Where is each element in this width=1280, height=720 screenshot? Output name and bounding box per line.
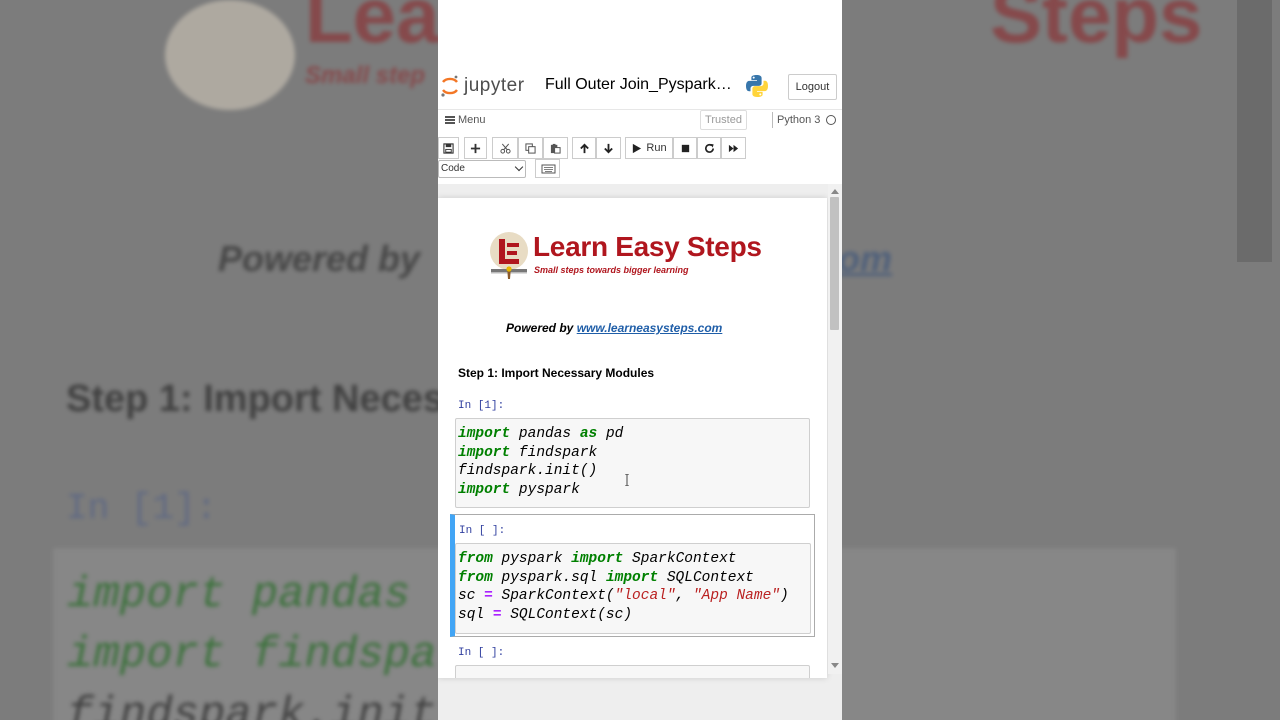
notebook-title[interactable]: Full Outer Join_Pyspark… bbox=[545, 76, 732, 94]
cell-prompt: In [1]: bbox=[458, 400, 505, 412]
cell-type-value: Code bbox=[441, 163, 465, 174]
cell-prompt: In [ ]: bbox=[458, 647, 505, 659]
background-code-line: import pandas bbox=[67, 570, 411, 620]
brand-name: Learn Easy Steps bbox=[533, 231, 762, 262]
refresh-icon bbox=[704, 143, 714, 153]
save-button[interactable] bbox=[438, 137, 459, 159]
code-line: import findspark bbox=[458, 444, 598, 461]
code-line: import pyspark bbox=[458, 481, 580, 498]
paste-button[interactable] bbox=[543, 137, 568, 159]
scroll-thumb[interactable] bbox=[830, 197, 839, 330]
menubar: Menu Trusted Python 3 bbox=[438, 109, 842, 131]
notebook-toolbar-secondary: Code bbox=[438, 159, 842, 181]
arrow-up-icon bbox=[579, 143, 589, 153]
cut-button[interactable] bbox=[492, 137, 518, 159]
powered-by-label: Powered by bbox=[506, 321, 574, 335]
keyboard-icon bbox=[541, 164, 556, 174]
notebook-container[interactable]: Learn Easy Steps Small steps towards big… bbox=[438, 184, 842, 720]
notebook-page: Learn Easy Steps Small steps towards big… bbox=[438, 198, 827, 678]
code-cell[interactable]: import pandas as pd import findspark fin… bbox=[455, 418, 810, 508]
interrupt-button[interactable] bbox=[673, 137, 697, 159]
background-tagline: Small step bbox=[305, 62, 426, 89]
background-logo-text-right: Steps bbox=[990, 0, 1203, 59]
code-cell[interactable]: from pyspark import SparkContext from py… bbox=[455, 543, 811, 634]
background-powered-by: Powered by bbox=[218, 238, 421, 279]
website-link[interactable]: www.learneasysteps.com bbox=[577, 321, 723, 335]
save-icon bbox=[443, 142, 454, 154]
text-cursor-icon bbox=[625, 474, 629, 486]
menu-button[interactable]: Menu bbox=[458, 114, 486, 126]
code-line: findspark.init() bbox=[458, 463, 598, 480]
kernel-name[interactable]: Python 3 bbox=[777, 114, 820, 126]
code-line: import pandas as pd bbox=[458, 426, 624, 442]
paste-icon bbox=[550, 143, 561, 154]
background-site-fragment: om bbox=[838, 238, 892, 279]
move-up-button[interactable] bbox=[572, 137, 596, 159]
brand-banner: Learn Easy Steps Small steps towards big… bbox=[487, 231, 787, 283]
kernel-divider bbox=[772, 112, 773, 128]
chevron-down-icon bbox=[514, 162, 524, 172]
learn-easy-steps-logo-icon bbox=[490, 232, 528, 279]
background-code-line: import findspa bbox=[67, 630, 437, 680]
jupyter-wordmark[interactable]: jupyter bbox=[464, 75, 525, 97]
background-logo-text: Lea bbox=[305, 0, 440, 59]
brand-tagline: Small steps towards bigger learning bbox=[534, 265, 689, 275]
scroll-down-icon[interactable] bbox=[831, 663, 839, 668]
notebook-toolbar: Run bbox=[438, 137, 842, 159]
step-heading: Step 1: Import Necessary Modules bbox=[458, 366, 655, 380]
arrow-down-icon bbox=[604, 143, 613, 153]
stop-icon bbox=[681, 144, 689, 152]
move-down-button[interactable] bbox=[596, 137, 621, 159]
jupyter-logo-icon[interactable] bbox=[440, 74, 460, 98]
background-prompt: In [1]: bbox=[66, 488, 218, 529]
background-scrollbar bbox=[1237, 0, 1272, 262]
restart-run-all-button[interactable] bbox=[721, 137, 746, 159]
notebook-scrollbar[interactable] bbox=[828, 184, 842, 674]
python-logo-icon bbox=[746, 75, 768, 97]
powered-by-line: Powered by www.learneasysteps.com bbox=[506, 321, 722, 335]
code-line: sc = SparkContext("local", "App Name") bbox=[458, 588, 789, 605]
copy-icon bbox=[525, 142, 536, 154]
trusted-indicator[interactable]: Trusted bbox=[700, 110, 747, 130]
run-label: Run bbox=[646, 142, 667, 154]
background-step-heading: Step 1: Import Necess bbox=[66, 378, 466, 420]
copy-button[interactable] bbox=[518, 137, 543, 159]
insert-cell-button[interactable] bbox=[464, 137, 487, 159]
notebook-window: jupyter Full Outer Join_Pyspark… Logout … bbox=[438, 0, 842, 720]
hamburger-menu-icon[interactable] bbox=[445, 116, 455, 124]
code-cell[interactable] bbox=[455, 665, 810, 678]
run-button[interactable]: Run bbox=[625, 137, 673, 159]
code-line: sql = SQLContext(sc) bbox=[458, 606, 633, 623]
scroll-up-icon[interactable] bbox=[831, 189, 839, 194]
background-logo-mark bbox=[165, 0, 295, 110]
scissors-icon bbox=[499, 143, 511, 154]
kernel-status-icon bbox=[826, 115, 836, 125]
command-palette-button[interactable] bbox=[535, 159, 560, 178]
cell-type-select[interactable]: Code bbox=[438, 160, 526, 178]
play-icon bbox=[633, 143, 642, 153]
background-code-line: findspark.init bbox=[67, 690, 437, 720]
fast-forward-icon bbox=[728, 144, 739, 152]
notebook-header: jupyter Full Outer Join_Pyspark… Logout bbox=[438, 70, 842, 104]
cell-prompt: In [ ]: bbox=[459, 525, 506, 537]
plus-icon bbox=[470, 143, 481, 153]
code-line: from pyspark.sql import SQLContext bbox=[458, 569, 754, 586]
selected-cell[interactable]: In [ ]: from pyspark import SparkContext… bbox=[450, 514, 815, 637]
restart-button[interactable] bbox=[697, 137, 721, 159]
code-line: from pyspark import SparkContext bbox=[458, 551, 737, 567]
logout-button[interactable]: Logout bbox=[788, 74, 837, 100]
